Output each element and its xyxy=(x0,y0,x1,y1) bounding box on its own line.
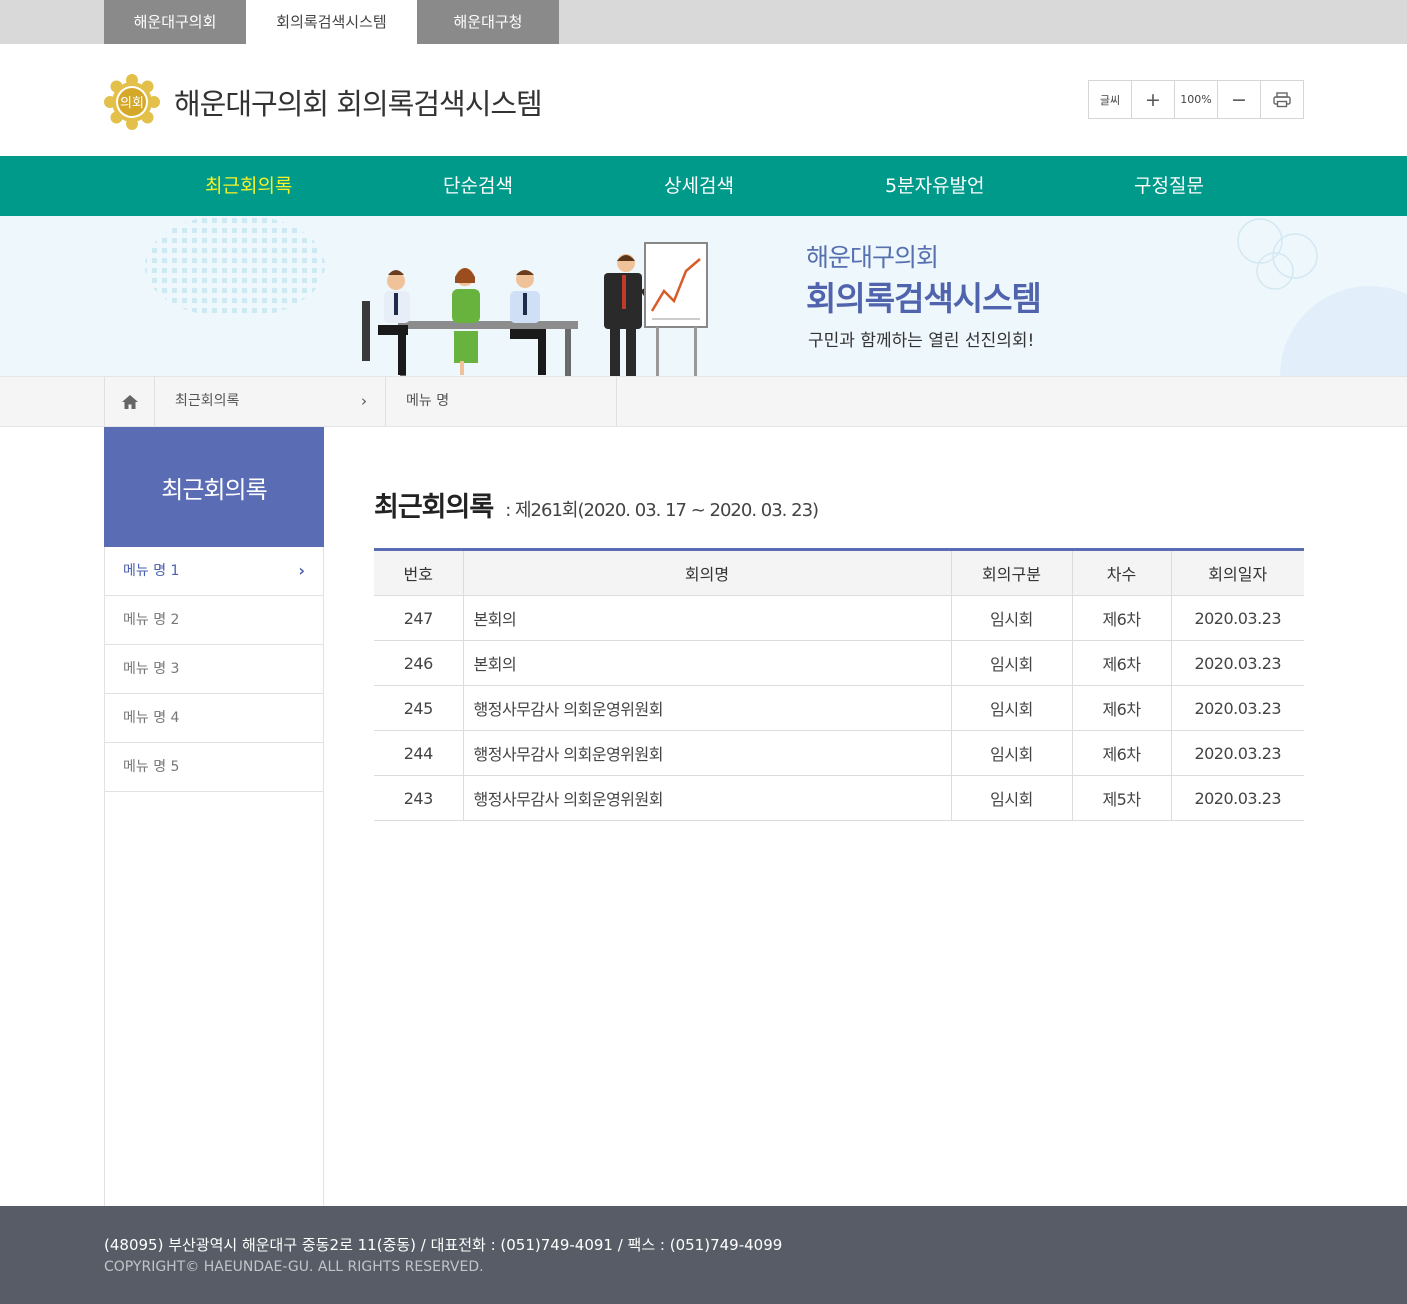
cell-meeting-name[interactable]: 행정사무감사 의회운영위원회 xyxy=(463,775,952,821)
table-row[interactable]: 244 행정사무감사 의회운영위원회 임시회 제6차 2020.03.23 xyxy=(374,730,1304,776)
font-decrease-button[interactable]: − xyxy=(1218,81,1261,118)
print-button[interactable] xyxy=(1261,81,1303,118)
cell-meeting-name[interactable]: 본회의 xyxy=(463,640,952,686)
hero-banner: 해운대구의회 회의록검색시스템 구민과 함께하는 열린 선진의회! xyxy=(0,216,1407,377)
site-tab-bar: 해운대구의회 회의록검색시스템 해운대구청 xyxy=(0,0,1407,44)
cell-meeting-type: 임시회 xyxy=(951,595,1073,641)
cell-meeting-date: 2020.03.23 xyxy=(1171,595,1304,641)
breadcrumb-level1-label: 최근회의록 xyxy=(175,393,240,409)
table-row[interactable]: 243 행정사무감사 의회운영위원회 임시회 제5차 2020.03.23 xyxy=(374,775,1304,821)
table-row[interactable]: 245 행정사무감사 의회운영위원회 임시회 제6차 2020.03.23 xyxy=(374,685,1304,731)
site-logo[interactable]: 의회 해운대구의회 회의록검색시스템 xyxy=(104,74,543,130)
column-session: 차수 xyxy=(1072,549,1172,596)
column-number: 번호 xyxy=(374,549,464,596)
font-size-control: 글씨 + 100% − xyxy=(1088,80,1304,119)
banner-system-name: 회의록검색시스템 xyxy=(806,279,1042,318)
cell-meeting-date: 2020.03.23 xyxy=(1171,730,1304,776)
sub-menu-item-2[interactable]: 메뉴 명 2 xyxy=(105,596,323,645)
main-navigation: 최근회의록 단순검색 상세검색 5분자유발언 구정질문 xyxy=(0,156,1407,216)
print-icon xyxy=(1273,91,1291,107)
cell-session: 제6차 xyxy=(1072,595,1172,641)
cell-meeting-type: 임시회 xyxy=(951,640,1073,686)
font-increase-button[interactable]: + xyxy=(1132,81,1175,118)
svg-text:의회: 의회 xyxy=(120,96,144,111)
column-meeting-name: 회의명 xyxy=(463,549,952,596)
nav-simple-search[interactable]: 단순검색 xyxy=(443,156,513,216)
cell-meeting-type: 임시회 xyxy=(951,685,1073,731)
cell-meeting-date: 2020.03.23 xyxy=(1171,640,1304,686)
decorative-circles xyxy=(1237,218,1407,377)
header: 의회 해운대구의회 회의록검색시스템 글씨 + 100% − xyxy=(0,44,1407,156)
chevron-right-icon: › xyxy=(298,561,305,580)
cell-meeting-name[interactable]: 행정사무감사 의회운영위원회 xyxy=(463,730,952,776)
cell-number: 243 xyxy=(374,775,464,821)
cell-meeting-date: 2020.03.23 xyxy=(1171,775,1304,821)
cell-session: 제6차 xyxy=(1072,640,1172,686)
footer-copyright: COPYRIGHT© HAEUNDAE-GU. ALL RIGHTS RESER… xyxy=(104,1259,484,1275)
footer-address: (48095) 부산광역시 해운대구 중동2로 11(중동) / 대표전화 : … xyxy=(104,1236,783,1254)
breadcrumb: 최근회의록 › 메뉴 명 xyxy=(0,376,1407,427)
column-meeting-date: 회의일자 xyxy=(1171,549,1304,596)
session-period: : 제261회(2020. 03. 17 ~ 2020. 03. 23) xyxy=(505,500,819,521)
cell-session: 제6차 xyxy=(1072,730,1172,776)
sub-menu-item-5[interactable]: 메뉴 명 5 xyxy=(105,743,323,792)
cell-session: 제6차 xyxy=(1072,685,1172,731)
breadcrumb-home[interactable] xyxy=(104,377,155,426)
sub-menu-item-label: 메뉴 명 2 xyxy=(123,612,180,628)
cell-meeting-name[interactable]: 본회의 xyxy=(463,595,952,641)
nav-five-minute-speech[interactable]: 5분자유발언 xyxy=(885,156,985,216)
meeting-illustration xyxy=(362,242,708,377)
chevron-right-icon: › xyxy=(361,392,367,410)
breadcrumb-level1[interactable]: 최근회의록 › xyxy=(155,377,386,426)
cell-number: 244 xyxy=(374,730,464,776)
nav-detail-search[interactable]: 상세검색 xyxy=(664,156,734,216)
breadcrumb-level2[interactable]: 메뉴 명 xyxy=(386,377,617,426)
cell-session: 제5차 xyxy=(1072,775,1172,821)
sub-menu-item-3[interactable]: 메뉴 명 3 xyxy=(105,645,323,694)
sub-menu-item-label: 메뉴 명 4 xyxy=(123,710,180,726)
table-row[interactable]: 246 본회의 임시회 제6차 2020.03.23 xyxy=(374,640,1304,686)
tab-minutes-system[interactable]: 회의록검색시스템 xyxy=(246,0,417,44)
table-row[interactable]: 247 본회의 임시회 제6차 2020.03.23 xyxy=(374,595,1304,641)
minutes-table: 번호 회의명 회의구분 차수 회의일자 247 본회의 임시회 제6차 2020… xyxy=(374,548,1304,821)
table-header-row: 번호 회의명 회의구분 차수 회의일자 xyxy=(374,549,1304,596)
council-emblem-icon: 의회 xyxy=(104,74,160,130)
cell-number: 247 xyxy=(374,595,464,641)
tab-haeundae-office[interactable]: 해운대구청 xyxy=(417,0,559,44)
decorative-dots xyxy=(145,216,325,318)
cell-meeting-name[interactable]: 행정사무감사 의회운영위원회 xyxy=(463,685,952,731)
font-zoom-value: 100% xyxy=(1175,81,1218,118)
breadcrumb-level2-label: 메뉴 명 xyxy=(406,393,450,409)
sub-menu-item-label: 메뉴 명 5 xyxy=(123,759,180,775)
cell-number: 246 xyxy=(374,640,464,686)
sub-menu-title: 최근회의록 xyxy=(104,427,324,547)
page-title: 최근회의록 xyxy=(374,492,494,523)
banner-council-name: 해운대구의회 xyxy=(806,243,939,272)
tab-haeundae-council[interactable]: 해운대구의회 xyxy=(104,0,246,44)
sub-menu-item-label: 메뉴 명 1 xyxy=(123,563,180,579)
content-heading: 최근회의록 : 제261회(2020. 03. 17 ~ 2020. 03. 2… xyxy=(374,485,819,524)
font-size-label: 글씨 xyxy=(1089,81,1132,118)
cell-meeting-type: 임시회 xyxy=(951,775,1073,821)
sub-menu-item-1[interactable]: 메뉴 명 1 › xyxy=(105,547,323,596)
cell-meeting-date: 2020.03.23 xyxy=(1171,685,1304,731)
sub-menu-item-label: 메뉴 명 3 xyxy=(123,661,180,677)
footer: (48095) 부산광역시 해운대구 중동2로 11(중동) / 대표전화 : … xyxy=(0,1206,1407,1304)
cell-meeting-type: 임시회 xyxy=(951,730,1073,776)
home-icon xyxy=(121,394,138,409)
nav-recent-minutes[interactable]: 최근회의록 xyxy=(205,156,292,216)
site-title: 해운대구의회 회의록검색시스템 xyxy=(174,87,543,121)
nav-district-question[interactable]: 구정질문 xyxy=(1134,156,1204,216)
sub-menu-item-4[interactable]: 메뉴 명 4 xyxy=(105,694,323,743)
column-meeting-type: 회의구분 xyxy=(951,549,1073,596)
cell-number: 245 xyxy=(374,685,464,731)
sub-menu: 최근회의록 메뉴 명 1 › 메뉴 명 2 메뉴 명 3 메뉴 명 4 메뉴 명… xyxy=(104,427,324,1206)
banner-slogan: 구민과 함께하는 열린 선진의회! xyxy=(808,331,1035,351)
